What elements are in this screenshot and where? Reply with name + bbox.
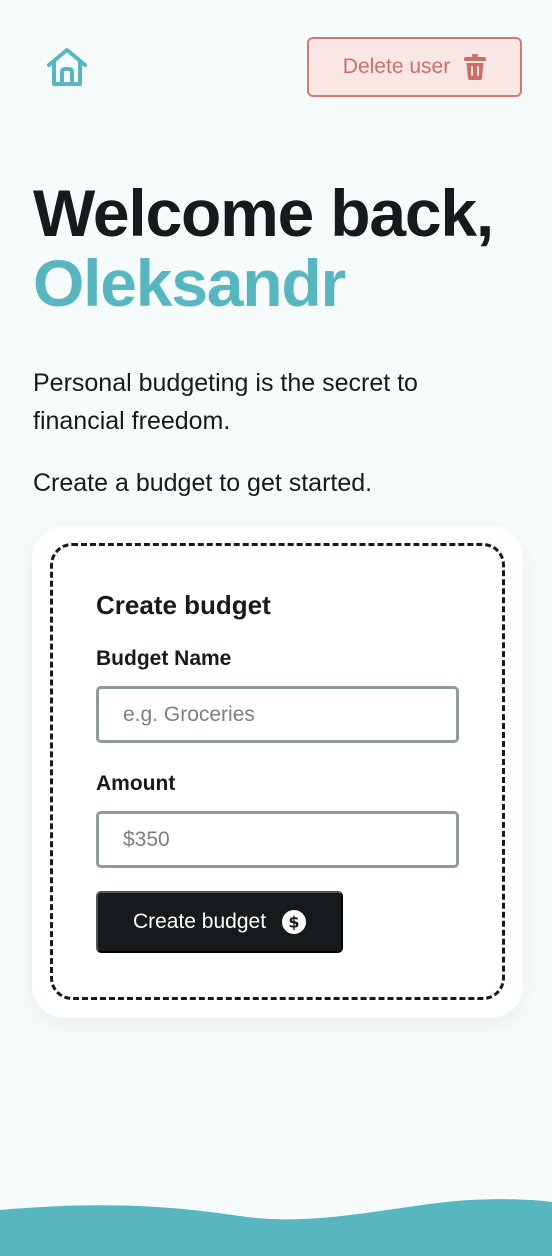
- svg-text:$: $: [288, 913, 299, 932]
- delete-user-label: Delete user: [342, 55, 451, 78]
- create-budget-form: Create budget Budget Name Amount Create …: [50, 543, 505, 1000]
- create-budget-card: Create budget Budget Name Amount Create …: [32, 526, 523, 1018]
- footer-wave: [0, 1199, 552, 1256]
- amount-input[interactable]: [96, 811, 459, 868]
- welcome-heading: Welcome back, Oleksandr: [33, 176, 494, 320]
- amount-label: Amount: [96, 772, 176, 795]
- trash-icon: [464, 54, 487, 80]
- budget-name-input[interactable]: [96, 686, 459, 743]
- intro-text: Personal budgeting is the secret to fina…: [33, 369, 418, 435]
- home-link[interactable]: [44, 45, 90, 89]
- create-budget-button[interactable]: Create budget $: [96, 891, 343, 953]
- user-name: Oleksandr: [33, 246, 346, 320]
- greeting-text: Welcome back,: [33, 176, 494, 250]
- dollar-circle-icon: $: [282, 910, 307, 934]
- dashboard-page: Delete user Welcome back, Oleksandr Pers…: [0, 0, 552, 1256]
- create-budget-button-label: Create budget: [132, 910, 267, 933]
- get-started-text: Create a budget to get started.: [33, 469, 373, 497]
- budget-name-label: Budget Name: [96, 647, 232, 670]
- home-icon: [47, 48, 87, 86]
- form-title: Create budget: [96, 590, 271, 620]
- delete-user-button[interactable]: Delete user: [307, 37, 522, 97]
